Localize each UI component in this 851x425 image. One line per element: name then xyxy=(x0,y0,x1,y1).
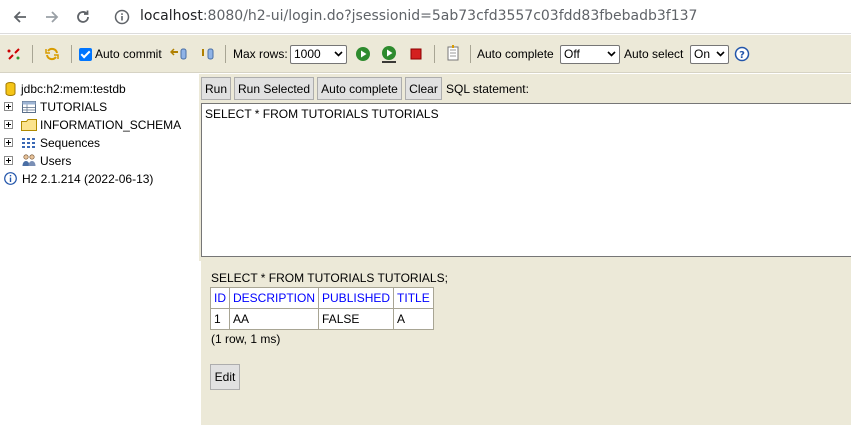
sql-statement-label: SQL statement: xyxy=(446,82,529,96)
sql-editor[interactable]: SELECT * FROM TUTORIALS TUTORIALS xyxy=(201,103,851,257)
table-header-row: ID DESCRIPTION PUBLISHED TITLE xyxy=(210,287,434,309)
reload-button[interactable] xyxy=(71,5,95,29)
auto-select-label: Auto select xyxy=(624,35,683,73)
tree-item-label: TUTORIALS xyxy=(40,99,108,114)
svg-text:?: ? xyxy=(739,50,745,61)
run-selected-button[interactable]: Run Selected xyxy=(234,77,314,100)
table-icon xyxy=(22,100,36,113)
disconnect-icon xyxy=(7,48,20,60)
result-sql-echo: SELECT * FROM TUTORIALS TUTORIALS; xyxy=(211,271,448,285)
auto-complete-button[interactable]: Auto complete xyxy=(317,77,402,100)
result-summary: (1 row, 1 ms) xyxy=(211,332,281,346)
refresh-icon xyxy=(45,47,59,61)
auto-select-select[interactable]: On xyxy=(690,44,729,64)
auto-select-value: On xyxy=(694,47,711,61)
reload-icon xyxy=(77,10,89,23)
tree-version: H2 2.1.214 (2022-06-13) xyxy=(4,170,153,187)
folder-icon xyxy=(21,118,37,131)
auto-complete-text: Auto complete xyxy=(477,47,554,61)
forward-arrow-icon xyxy=(46,11,59,23)
stop-button[interactable] xyxy=(408,35,424,73)
auto-select-text: Auto select xyxy=(624,47,684,61)
table-row: 1 AA FALSE A xyxy=(210,308,434,330)
connection-label: jdbc:h2:mem:testdb xyxy=(21,81,126,96)
tree-item-label: Sequences xyxy=(40,135,101,150)
rollback-button[interactable] xyxy=(170,35,188,73)
table-cell: A xyxy=(393,308,434,330)
url-field[interactable]: localhost:8080/h2-ui/login.do?jsessionid… xyxy=(140,8,697,24)
url-path: :8080/h2-ui/login.do?jsessionid=5ab73cfd… xyxy=(202,8,698,24)
database-icon xyxy=(5,81,16,96)
expand-icon[interactable] xyxy=(4,102,13,111)
auto-complete-label: Auto complete xyxy=(477,35,554,73)
chevron-down-icon xyxy=(607,51,616,57)
browser-address-bar: localhost:8080/h2-ui/login.do?jsessionid… xyxy=(0,0,851,34)
commit-button[interactable] xyxy=(200,35,216,73)
auto-select-control[interactable]: On xyxy=(690,35,729,73)
auto-commit-toggle[interactable]: Auto commit xyxy=(79,35,162,73)
help-icon: ? xyxy=(734,46,750,62)
run-button[interactable]: Run xyxy=(201,77,231,100)
info-icon xyxy=(4,172,17,185)
auto-commit-label: Auto commit xyxy=(95,47,162,61)
query-panel: Run Run Selected Auto complete Clear SQL… xyxy=(199,74,851,261)
forward-button[interactable] xyxy=(40,5,64,29)
run-icon xyxy=(356,47,370,61)
table-cell: AA xyxy=(228,308,320,330)
max-rows-value: 1000 xyxy=(294,47,321,61)
users-icon xyxy=(22,154,36,166)
commit-icon xyxy=(202,48,214,60)
column-header[interactable]: ID xyxy=(210,287,230,309)
back-button[interactable] xyxy=(8,5,32,29)
back-arrow-icon xyxy=(13,11,26,23)
version-label: H2 2.1.214 (2022-06-13) xyxy=(22,171,154,186)
max-rows-text: Max rows: xyxy=(233,47,288,61)
table-cell: FALSE xyxy=(318,308,395,330)
auto-complete-control[interactable]: Off xyxy=(560,35,620,73)
result-table: ID DESCRIPTION PUBLISHED TITLE 1 AA FALS… xyxy=(210,287,434,330)
column-header[interactable]: DESCRIPTION xyxy=(228,287,320,309)
expand-icon[interactable] xyxy=(4,138,13,147)
history-icon xyxy=(447,45,459,61)
max-rows-select[interactable]: 1000 xyxy=(290,44,347,64)
chevron-down-icon xyxy=(334,51,343,57)
tree-item-label: INFORMATION_SCHEMA xyxy=(40,117,182,132)
schema-tree: jdbc:h2:mem:testdb TUTORIALS INFORMATION… xyxy=(0,74,199,425)
h2-toolbar: Auto commit Max rows: 1000 Auto complete… xyxy=(0,35,851,73)
column-header[interactable]: TITLE xyxy=(393,287,434,309)
clear-button[interactable]: Clear xyxy=(405,77,442,100)
url-host: localhost xyxy=(140,8,203,24)
help-button[interactable]: ? xyxy=(734,35,750,73)
tree-connection[interactable]: jdbc:h2:mem:testdb xyxy=(5,80,126,97)
stop-icon xyxy=(410,48,422,60)
info-icon[interactable] xyxy=(114,9,130,28)
run-selected-toolbar-button[interactable] xyxy=(380,35,398,73)
run-selected-icon xyxy=(382,46,396,63)
sequences-icon xyxy=(22,137,35,148)
run-toolbar-button[interactable] xyxy=(355,35,371,73)
auto-complete-value: Off xyxy=(564,47,580,61)
expand-icon[interactable] xyxy=(4,120,13,129)
table-cell: 1 xyxy=(210,308,230,330)
auto-complete-select[interactable]: Off xyxy=(560,44,620,64)
expand-icon[interactable] xyxy=(4,156,13,165)
result-panel: SELECT * FROM TUTORIALS TUTORIALS; ID DE… xyxy=(201,261,851,425)
disconnect-button[interactable] xyxy=(6,35,22,73)
max-rows-control[interactable]: 1000 xyxy=(290,35,347,73)
refresh-button[interactable] xyxy=(44,35,60,73)
chevron-down-icon xyxy=(716,51,725,57)
rollback-icon xyxy=(170,48,187,60)
history-button[interactable] xyxy=(445,35,461,73)
tree-item-label: Users xyxy=(40,153,72,168)
column-header[interactable]: PUBLISHED xyxy=(318,287,395,309)
edit-button[interactable]: Edit xyxy=(210,364,240,390)
max-rows-label: Max rows: xyxy=(233,35,288,73)
auto-commit-checkbox[interactable] xyxy=(79,47,92,61)
